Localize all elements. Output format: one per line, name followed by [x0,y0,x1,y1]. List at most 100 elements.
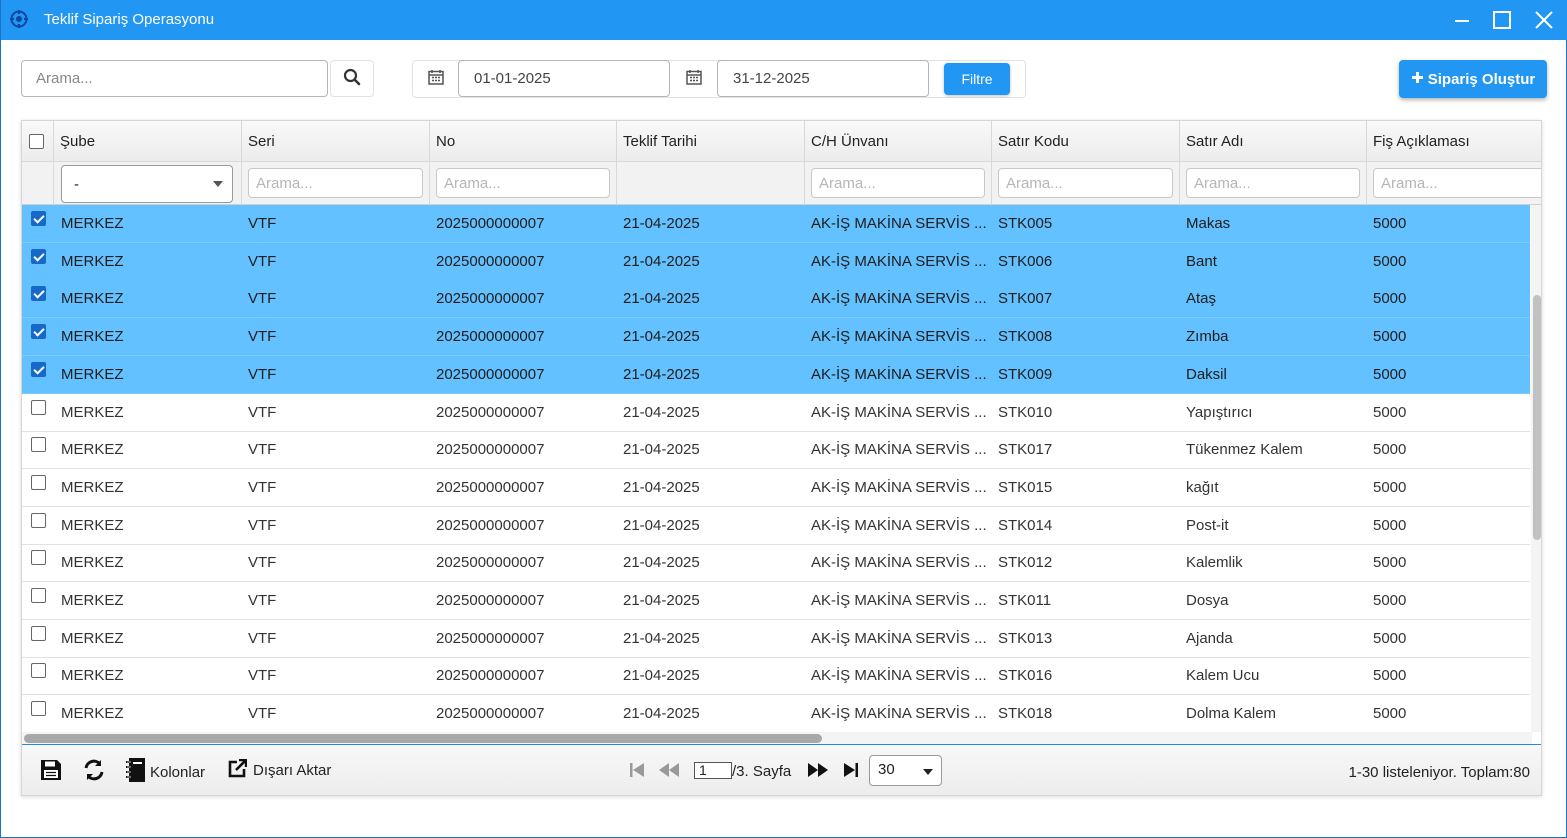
cell-kod: STK013 [998,629,1053,647]
column-header-ch-unvani[interactable]: C/H Ünvanı [805,121,992,162]
minimize-icon[interactable] [1449,8,1475,32]
table-row[interactable]: MERKEZ VTF 2025000000007 21-04-2025 AK-İŞ MA… [22,242,1530,281]
save-icon[interactable] [39,758,63,782]
cell-no: 2025000000007 [436,516,545,534]
unvan-filter-input[interactable] [811,168,985,198]
cell-aciklama: 5000 [1373,365,1407,383]
cell-kod: STK014 [998,516,1053,534]
last-page-icon[interactable] [843,762,859,778]
cell-no: 2025000000007 [436,592,545,609]
date-from-input[interactable]: 01-01-2025 [458,60,670,97]
cell-ad: Kalemlik [1186,554,1243,572]
row-checkbox[interactable] [31,701,46,717]
seri-filter-input[interactable] [248,168,423,198]
select-all-checkbox[interactable] [29,134,44,149]
cell-no: 2025000000007 [436,629,545,647]
vertical-scrollbar[interactable] [1531,205,1541,732]
table-row[interactable]: MERKEZ VTF 2025000000007 21-04-2025 AK-İŞ MA… [22,695,1530,732]
row-checkbox[interactable] [31,512,46,528]
cell-sube: MERKEZ [61,215,124,232]
search-icon [343,68,361,90]
table-row[interactable]: MERKEZ VTF 2025000000007 21-04-2025 AK-İŞ MA… [22,431,1530,470]
table-row[interactable]: MERKEZ VTF 2025000000007 21-04-2025 AK-İŞ MA… [22,394,1530,432]
search-input[interactable] [21,60,328,97]
filter-button[interactable]: Filtre [944,63,1010,95]
table-row[interactable]: MERKEZ VTF 2025000000007 21-04-2025 AK-İŞ MA… [22,544,1530,583]
cell-unvan: AK-İŞ MAKİNA SERVİS ... [811,554,986,572]
refresh-icon[interactable] [82,758,106,782]
cell-ad: Dosya [1186,592,1229,609]
row-checkbox[interactable] [31,324,46,340]
column-header-fis-aciklamasi[interactable]: Fiş Açıklaması [1367,121,1541,162]
cell-no: 2025000000007 [436,365,545,383]
row-checkbox[interactable] [31,474,46,490]
row-checkbox[interactable] [31,248,46,264]
create-order-button[interactable]: Sipariş Oluştur [1399,60,1547,98]
row-checkbox[interactable] [31,361,46,377]
date-from-calendar-button[interactable] [413,61,459,97]
table-row[interactable]: MERKEZ VTF 2025000000007 21-04-2025 AK-İŞ MA… [22,280,1530,319]
table-row[interactable]: MERKEZ VTF 2025000000007 21-04-2025 AK-İŞ MA… [22,657,1530,696]
cell-unvan: AK-İŞ MAKİNA SERVİS ... [811,365,986,383]
cell-seri: VTF [248,290,277,308]
table-row[interactable]: MERKEZ VTF 2025000000007 21-04-2025 AK-İŞ MA… [22,318,1530,357]
filter-cell-satir-adi [1180,162,1367,205]
cell-unvan: AK-İŞ MAKİNA SERVİS ... [811,290,986,308]
table-row[interactable]: MERKEZ VTF 2025000000007 21-04-2025 AK-İŞ MA… [22,205,1530,243]
row-checkbox[interactable] [31,550,46,566]
row-checkbox[interactable] [31,211,46,226]
search-button[interactable] [330,60,374,97]
row-checkbox[interactable] [31,625,46,641]
maximize-icon[interactable] [1489,8,1515,32]
table-row[interactable]: MERKEZ VTF 2025000000007 21-04-2025 AK-İŞ MA… [22,507,1530,545]
columns-button[interactable]: Kolonlar [125,757,205,787]
row-checkbox[interactable] [31,663,46,679]
column-header-satir-adi[interactable]: Satır Adı [1180,121,1367,162]
cell-kod: STK007 [998,290,1053,308]
satir-kodu-filter-input[interactable] [998,168,1173,198]
satir-adi-filter-input[interactable] [1186,168,1360,198]
no-filter-input[interactable] [436,168,610,198]
table-row[interactable]: MERKEZ VTF 2025000000007 21-04-2025 AK-İŞ MA… [22,355,1530,394]
export-label: Dışarı Aktar [253,762,332,779]
row-checkbox[interactable] [31,286,46,302]
page-number-input[interactable]: 1 [694,762,732,779]
next-page-icon[interactable] [807,762,829,778]
close-icon[interactable] [1531,8,1557,32]
date-to-input[interactable]: 31-12-2025 [717,60,929,97]
page-size-select[interactable]: 30 [869,755,942,786]
column-header-satir-kodu[interactable]: Satır Kodu [992,121,1180,162]
cell-seri: VTF [248,478,277,496]
cell-ad: kağıt [1186,478,1219,496]
column-header-sube[interactable]: Şube [54,121,242,162]
cell-unvan: AK-İŞ MAKİNA SERVİS ... [811,252,986,270]
prev-page-icon[interactable] [658,762,680,778]
cell-unvan: AK-İŞ MAKİNA SERVİS ... [811,667,986,685]
cell-kod: STK010 [998,403,1053,421]
export-button[interactable]: Dışarı Aktar [228,758,332,782]
horizontal-scrollbar[interactable] [22,732,1532,744]
column-header-seri[interactable]: Seri [242,121,430,162]
cell-no: 2025000000007 [436,554,545,572]
fis-aciklamasi-filter-input[interactable] [1373,168,1541,198]
cell-ad: Dolma Kalem [1186,705,1277,723]
first-page-icon[interactable] [629,762,645,778]
row-checkbox[interactable] [31,437,46,453]
cell-aciklama: 5000 [1373,516,1407,534]
horizontal-scroll-thumb[interactable] [24,734,822,743]
table-row[interactable]: MERKEZ VTF 2025000000007 21-04-2025 AK-İŞ MA… [22,620,1530,658]
table-row[interactable]: MERKEZ VTF 2025000000007 21-04-2025 AK-İŞ MA… [22,469,1530,507]
grid-footer: Kolonlar Dışarı Aktar 1 /3. Sayfa 30 1-3… [22,744,1541,795]
date-to-calendar-button[interactable] [671,61,717,97]
cell-seri: VTF [248,403,277,421]
row-checkbox[interactable] [31,588,46,603]
cell-aciklama: 5000 [1373,215,1407,232]
vertical-scroll-thumb[interactable] [1533,295,1541,540]
row-checkbox[interactable] [31,399,46,415]
column-header-teklif-tarihi[interactable]: Teklif Tarihi [617,121,805,162]
cell-sube: MERKEZ [61,478,124,496]
cell-aciklama: 5000 [1373,667,1407,685]
sube-filter-select[interactable]: - [61,165,233,203]
table-row[interactable]: MERKEZ VTF 2025000000007 21-04-2025 AK-İŞ MA… [22,582,1530,620]
column-header-no[interactable]: No [430,121,617,162]
